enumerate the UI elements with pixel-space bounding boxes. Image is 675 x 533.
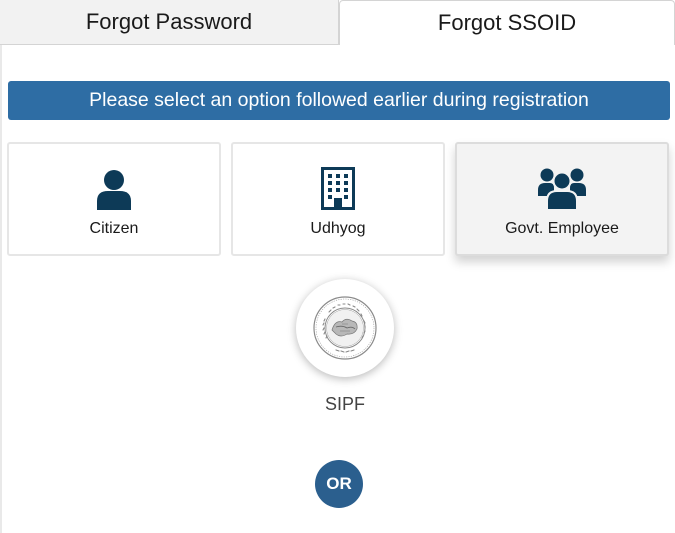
user-icon <box>97 166 131 210</box>
option-citizen[interactable]: Citizen <box>7 142 221 256</box>
or-divider-badge: OR <box>315 460 363 508</box>
banner-text: Please select an option followed earlier… <box>89 89 589 111</box>
tab-forgot-password[interactable]: Forgot Password <box>0 0 339 45</box>
option-govt-employee[interactable]: Govt. Employee <box>455 142 669 256</box>
panel-left-border <box>0 45 2 533</box>
option-citizen-label: Citizen <box>89 220 139 237</box>
building-icon <box>321 166 355 210</box>
users-group-icon <box>538 166 586 210</box>
tab-bar: Forgot Password Forgot SSOID <box>0 0 675 45</box>
tab-forgot-ssoid[interactable]: Forgot SSOID <box>339 0 675 45</box>
instruction-banner: Please select an option followed earlier… <box>8 81 670 120</box>
sipf-label: SIPF <box>324 394 365 414</box>
sipf-button[interactable] <box>296 279 394 377</box>
or-text: OR <box>326 474 352 493</box>
option-govt-employee-label: Govt. Employee <box>505 220 619 237</box>
option-udhyog[interactable]: Udhyog <box>231 142 445 256</box>
sipf-seal-logo <box>313 296 377 360</box>
option-udhyog-label: Udhyog <box>310 220 366 237</box>
